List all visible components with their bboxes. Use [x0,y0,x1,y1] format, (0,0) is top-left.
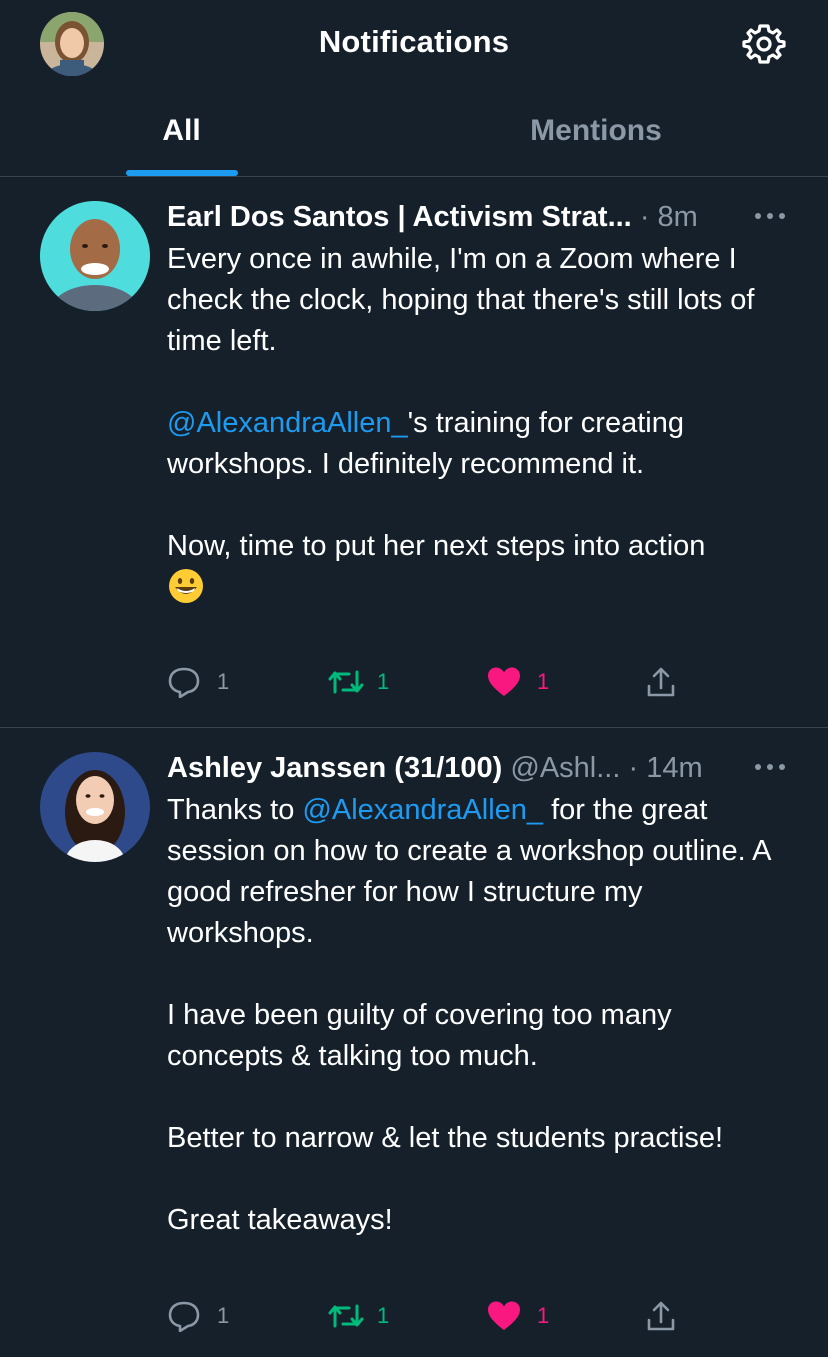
like-count: 1 [537,1303,550,1328]
author-name[interactable]: Earl Dos Santos | Activism Strat... [167,201,632,233]
tweet-paragraph: Now, time to put her next steps into act… [167,526,792,610]
reply-button[interactable]: 1 [167,1296,257,1336]
page-title: Notifications [318,24,510,59]
like-count: 1 [537,669,550,694]
author-avatar[interactable] [40,201,150,311]
heart-icon [488,1301,520,1330]
retweet-button[interactable]: 1 [327,1296,417,1336]
grinning-face-emoji [169,569,203,603]
retweet-count: 1 [377,669,390,694]
tweet-paragraph: Every once in awhile, I'm on a Zoom wher… [167,243,755,357]
mention-link[interactable]: @AlexandraAllen_ [167,407,408,439]
notification-tabs: All Mentions [0,90,828,177]
like-button[interactable]: 1 [487,1296,577,1336]
reply-icon [168,667,200,698]
mention-link[interactable]: @AlexandraAllen_ [302,794,543,826]
tweet-time[interactable]: 8m [658,201,698,233]
tab-mentions-label: Mentions [530,114,662,147]
separator: · [639,201,650,233]
tweet-paragraph: I have been guilty of covering too many … [167,999,672,1072]
tweet-paragraph: Thanks to @AlexandraAllen_ for the great… [167,790,792,954]
top-bar: Notifications [0,0,828,90]
share-icon [647,667,675,697]
tab-all[interactable]: All [0,90,363,176]
tweet-text: Every once in awhile, I'm on a Zoom wher… [167,239,792,610]
share-icon [647,1301,675,1331]
more-dots-icon [755,213,785,219]
tweet-paragraph: Better to narrow & let the students prac… [167,1122,724,1154]
tab-mentions[interactable]: Mentions [414,90,778,176]
reply-icon [168,1301,200,1332]
author-name[interactable]: Ashley Janssen (31/100) [167,752,502,784]
author-handle[interactable]: @Ashl... [510,752,620,784]
retweet-icon [328,670,364,694]
tweet-paragraph: Great takeaways! [167,1204,393,1236]
tweet-text-fragment: Now, time to put her next steps into act… [167,530,706,562]
more-dots-icon [755,764,785,770]
separator: · [628,752,639,784]
tweet-paragraph: @AlexandraAllen_'s training for creating… [167,403,792,485]
tweet-time[interactable]: 14m [646,752,702,784]
more-options-button[interactable] [752,201,788,231]
heart-icon [488,667,520,696]
tweet-header: Earl Dos Santos | Activism Strat... · 8m [167,197,747,237]
retweet-button[interactable]: 1 [327,662,417,702]
tweet-text-fragment: Thanks to [167,794,303,826]
more-options-button[interactable] [752,752,788,782]
tweet-actions: 1 1 1 [167,662,727,702]
tweet-text: Thanks to @AlexandraAllen_ for the great… [167,790,792,1241]
tweet[interactable]: Ashley Janssen (31/100) @Ashl... · 14m T… [0,728,828,1357]
like-button[interactable]: 1 [487,662,577,702]
tweet-actions: 1 1 1 [167,1296,727,1336]
gear-icon [742,24,786,64]
retweet-icon [328,1304,364,1328]
share-button[interactable] [645,662,685,702]
reply-count: 1 [217,669,230,694]
active-tab-indicator [126,170,238,176]
reply-button[interactable]: 1 [167,662,257,702]
tweet-header: Ashley Janssen (31/100) @Ashl... · 14m [167,748,747,788]
share-button[interactable] [645,1296,685,1336]
tab-all-label: All [162,114,201,147]
retweet-count: 1 [377,1303,390,1328]
tweet[interactable]: Earl Dos Santos | Activism Strat... · 8m… [0,177,828,728]
reply-count: 1 [217,1303,230,1328]
settings-button[interactable] [740,20,788,68]
author-avatar[interactable] [40,752,150,862]
